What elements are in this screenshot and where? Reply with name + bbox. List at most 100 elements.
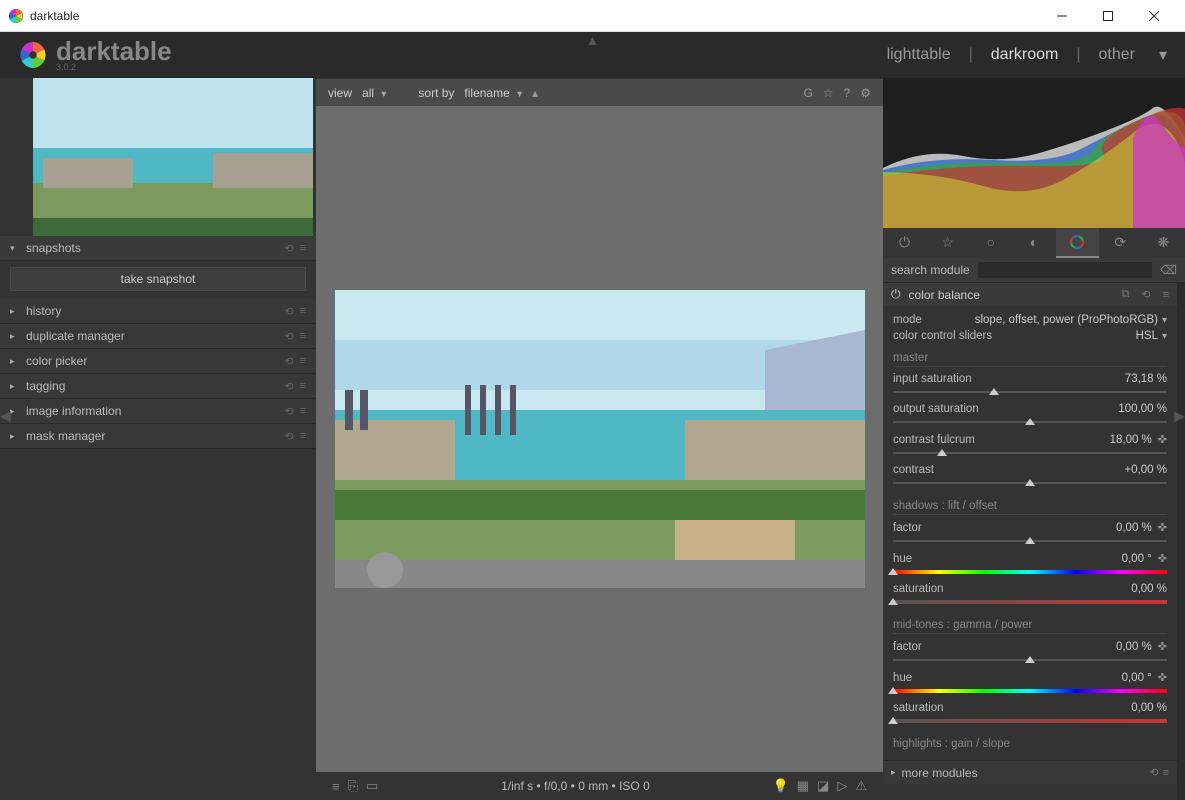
panel-mask-manager[interactable]: ▸ mask manager ⟲≡ <box>0 424 316 449</box>
histogram[interactable] <box>883 78 1185 228</box>
reset-icon[interactable]: ⟲ <box>284 380 293 393</box>
midtones-sat-slider[interactable] <box>893 718 1167 724</box>
picker-icon[interactable]: ✜ <box>1158 671 1167 684</box>
overexp-icon[interactable]: ▷ <box>837 778 847 794</box>
menu-icon[interactable]: ≡ <box>300 355 306 368</box>
mode-dropdown[interactable]: slope, offset, power (ProPhotoRGB)▾ <box>975 314 1167 326</box>
menu-icon[interactable]: ≡ <box>300 430 306 443</box>
minimize-button[interactable] <box>1039 0 1085 32</box>
picker-icon[interactable]: ✜ <box>1158 521 1167 534</box>
nav-other[interactable]: other <box>1099 46 1135 64</box>
menu-icon[interactable]: ≡ <box>300 380 306 393</box>
maximize-button[interactable] <box>1085 0 1131 32</box>
bulb-icon[interactable]: 💡 <box>773 778 789 794</box>
reset-icon[interactable]: ⟲ <box>284 330 293 343</box>
window-title: darktable <box>30 9 1039 23</box>
input-saturation-value: 73,18 % <box>1125 373 1167 385</box>
panel-history[interactable]: ▸ history ⟲≡ <box>0 299 316 324</box>
panel-color-picker[interactable]: ▸ color picker ⟲≡ <box>0 349 316 374</box>
tab-effect-icon[interactable]: ❋ <box>1142 228 1185 258</box>
menu-icon[interactable]: ≡ <box>300 242 306 255</box>
view-dropdown[interactable]: all ▾ <box>362 86 386 100</box>
sort-label: sort by <box>418 86 454 100</box>
shadows-factor-value: 0,00 % <box>1116 522 1152 534</box>
nav-lighttable[interactable]: lighttable <box>887 46 951 64</box>
picker-icon[interactable]: ✜ <box>1158 552 1167 565</box>
tab-star-icon[interactable]: ☆ <box>926 228 969 258</box>
sort-dropdown[interactable]: filename ▾ <box>464 86 522 100</box>
star-icon[interactable]: ☆ <box>823 86 834 100</box>
quick-access-icon[interactable]: ≡ <box>332 779 340 794</box>
tab-power-icon[interactable]: ⏻ <box>883 228 926 258</box>
navigator-thumbnail[interactable] <box>33 78 313 236</box>
collapse-left-icon[interactable]: ◀ <box>0 408 11 425</box>
sliders-dropdown[interactable]: HSL▾ <box>1136 330 1167 342</box>
picker-icon[interactable]: ✜ <box>1158 640 1167 653</box>
clear-icon[interactable]: ⌫ <box>1160 263 1177 277</box>
picker-icon[interactable]: ✜ <box>1158 433 1167 446</box>
menu-icon[interactable]: ≡ <box>300 405 306 418</box>
shadows-factor-slider[interactable] <box>893 538 1167 544</box>
grouping-icon[interactable]: G <box>803 86 812 100</box>
menu-icon[interactable]: ≡ <box>1163 767 1169 779</box>
shadows-sat-slider[interactable] <box>893 599 1167 605</box>
shadows-hue-label: hue <box>893 553 1122 565</box>
close-button[interactable] <box>1131 0 1177 32</box>
shadows-sat-value: 0,00 % <box>1131 583 1167 595</box>
midtones-hue-label: hue <box>893 672 1122 684</box>
take-snapshot-button[interactable]: take snapshot <box>10 267 306 291</box>
reset-icon[interactable]: ⟲ <box>1141 288 1150 301</box>
panel-image-information[interactable]: ▸ image information ⟲≡ <box>0 399 316 424</box>
panel-duplicate-manager[interactable]: ▸ duplicate manager ⟲ ≡ <box>0 324 316 349</box>
styles-icon[interactable]: ⎘ <box>348 778 358 794</box>
reset-icon[interactable]: ⟲ <box>284 242 293 255</box>
midtones-hue-value: 0,00 ° <box>1122 672 1152 684</box>
panel-snapshots[interactable]: ▾ snapshots ⟲≡ <box>0 236 316 261</box>
reset-icon[interactable]: ⟲ <box>284 305 293 318</box>
chevron-down-icon[interactable]: ▾ <box>1159 45 1167 65</box>
gamut-icon[interactable]: ◪ <box>817 778 829 794</box>
search-input[interactable] <box>978 262 1152 278</box>
tab-circle-icon[interactable]: ○ <box>969 228 1012 258</box>
chevron-down-icon: ▾ <box>10 243 20 254</box>
right-sidebar: ⏻ ☆ ○ ◐ ⟳ ❋ search module ⌫ <box>883 78 1185 800</box>
search-label: search module <box>891 263 970 277</box>
fulcrum-slider[interactable] <box>893 450 1167 456</box>
help-icon[interactable]: ? <box>844 86 851 100</box>
softproof-icon[interactable]: ▦ <box>797 778 809 794</box>
chevron-right-icon: ▸ <box>10 331 20 342</box>
panel-tagging[interactable]: ▸ tagging ⟲≡ <box>0 374 316 399</box>
module-color-balance[interactable]: ⏻ color balance ⧉ ⟲ ≡ <box>883 282 1177 306</box>
warn-icon[interactable]: ⚠ <box>855 778 867 794</box>
reset-icon[interactable]: ⟲ <box>284 405 293 418</box>
input-saturation-slider[interactable] <box>893 389 1167 395</box>
collapse-top-icon[interactable]: ▲ <box>586 32 600 48</box>
midtones-hue-slider[interactable] <box>893 688 1167 694</box>
scrollbar[interactable] <box>1177 282 1185 800</box>
reset-icon[interactable]: ⟲ <box>284 430 293 443</box>
sort-asc-icon[interactable]: ▴ <box>532 86 538 100</box>
brand-name: darktable <box>56 38 172 64</box>
nav-sep: | <box>1076 46 1080 64</box>
contrast-slider[interactable] <box>893 480 1167 486</box>
tab-correct-icon[interactable]: ⟳ <box>1099 228 1142 258</box>
image-canvas[interactable] <box>316 106 883 772</box>
second-window-icon[interactable]: ▭ <box>366 778 378 794</box>
tab-tone-icon[interactable]: ◐ <box>1012 228 1055 258</box>
power-icon[interactable]: ⏻ <box>891 287 901 302</box>
more-modules[interactable]: ▸ more modules ⟲ ≡ <box>883 760 1177 784</box>
midtones-factor-slider[interactable] <box>893 657 1167 663</box>
menu-icon[interactable]: ≡ <box>300 305 306 318</box>
collapse-right-icon[interactable]: ▶ <box>1174 408 1185 425</box>
tab-color-icon[interactable] <box>1056 228 1099 258</box>
menu-icon[interactable]: ≡ <box>1163 289 1169 301</box>
menu-icon[interactable]: ≡ <box>300 330 306 343</box>
output-saturation-slider[interactable] <box>893 419 1167 425</box>
shadows-hue-slider[interactable] <box>893 569 1167 575</box>
panel-label: duplicate manager <box>26 329 284 343</box>
reset-icon[interactable]: ⟲ <box>284 355 293 368</box>
gear-icon[interactable]: ⚙ <box>860 86 871 100</box>
reset-icon[interactable]: ⟲ <box>1149 766 1158 779</box>
nav-darkroom[interactable]: darkroom <box>991 46 1059 64</box>
multi-instance-icon[interactable]: ⧉ <box>1122 288 1130 301</box>
